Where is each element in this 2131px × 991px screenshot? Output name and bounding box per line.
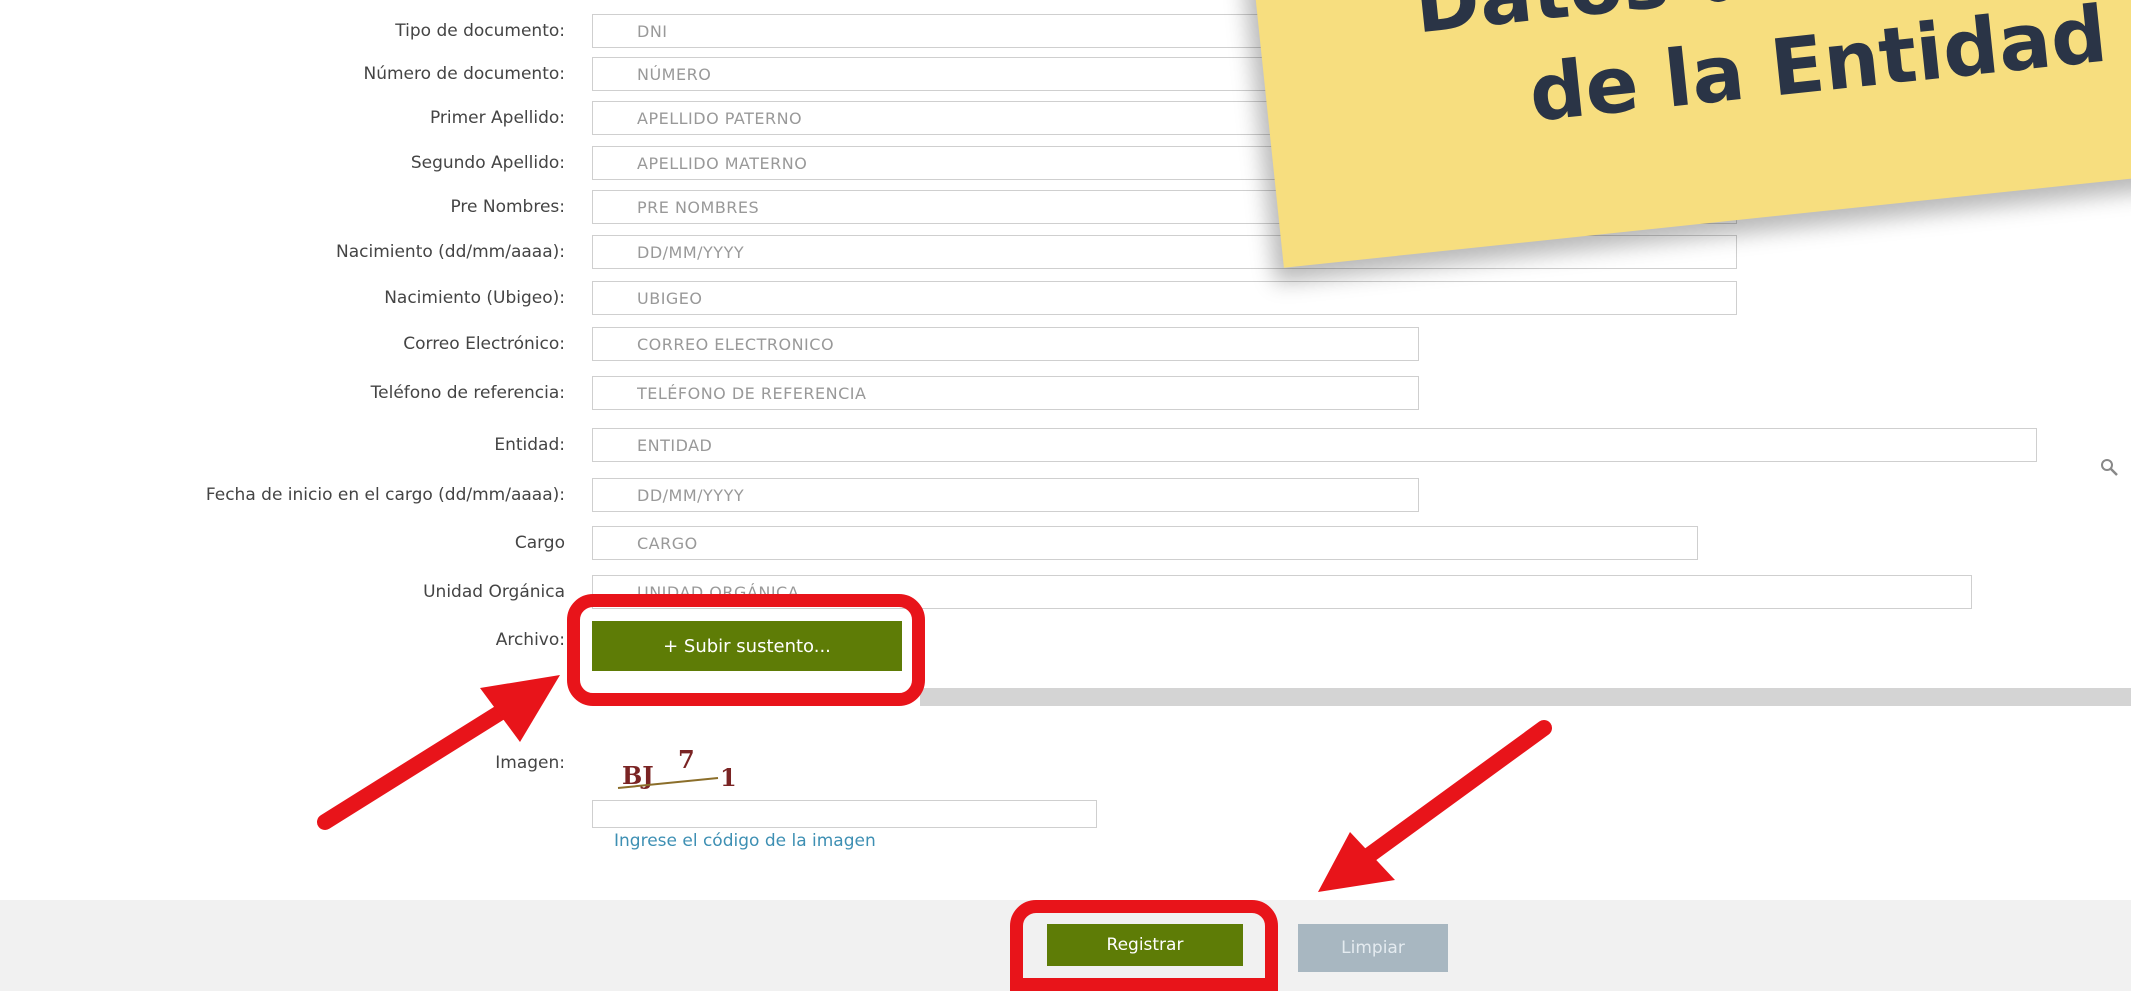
upload-sustento-button[interactable]: + Subir sustento... bbox=[592, 621, 902, 671]
field-nacimiento-ubigeo: Nacimiento (Ubigeo): bbox=[0, 281, 2131, 315]
captcha-image: BJ 7 1 bbox=[600, 745, 800, 792]
label-unidad-organica: Unidad Orgánica bbox=[423, 582, 565, 602]
svg-text:7: 7 bbox=[678, 748, 695, 774]
label-nacimiento-fecha: Nacimiento (dd/mm/aaaa): bbox=[335, 242, 565, 262]
field-fecha-inicio: Fecha de inicio en el cargo (dd/mm/aaaa)… bbox=[0, 478, 2131, 512]
label-correo: Correo Electrónico: bbox=[403, 334, 565, 354]
label-archivo: Archivo: bbox=[495, 630, 565, 650]
cargo-input[interactable] bbox=[592, 526, 1698, 560]
svg-text:1: 1 bbox=[720, 763, 737, 792]
field-archivo: Archivo: bbox=[0, 623, 2131, 657]
limpiar-button[interactable]: Limpiar bbox=[1298, 924, 1448, 972]
label-telefono: Teléfono de referencia: bbox=[370, 383, 565, 403]
label-cargo: Cargo bbox=[514, 533, 565, 553]
label-imagen: Imagen: bbox=[495, 753, 565, 773]
field-telefono: Teléfono de referencia: bbox=[0, 376, 2131, 410]
label-tipo-documento: Tipo de documento: bbox=[395, 21, 565, 41]
field-nacimiento-fecha: Nacimiento (dd/mm/aaaa): bbox=[0, 235, 2131, 269]
field-correo: Correo Electrónico: bbox=[0, 327, 2131, 361]
field-unidad-organica: Unidad Orgánica bbox=[0, 575, 2131, 609]
label-entidad: Entidad: bbox=[494, 435, 565, 455]
field-entidad: Entidad: bbox=[0, 428, 2131, 462]
label-pre-nombres: Pre Nombres: bbox=[450, 197, 565, 217]
captcha-input[interactable] bbox=[592, 800, 1097, 828]
label-primer-apellido: Primer Apellido: bbox=[429, 108, 565, 128]
entidad-input[interactable] bbox=[592, 428, 2037, 462]
label-numero-documento: Número de documento: bbox=[363, 64, 566, 84]
field-cargo: Cargo bbox=[0, 526, 2131, 560]
field-imagen: Imagen: bbox=[0, 746, 2131, 780]
label-nacimiento-ubigeo: Nacimiento (Ubigeo): bbox=[384, 288, 565, 308]
fecha-inicio-input[interactable] bbox=[592, 478, 1419, 512]
label-segundo-apellido: Segundo Apellido: bbox=[410, 153, 565, 173]
upload-progress-bar bbox=[920, 688, 2131, 706]
registrar-button[interactable]: Registrar bbox=[1047, 924, 1243, 966]
telefono-input[interactable] bbox=[592, 376, 1419, 410]
correo-input[interactable] bbox=[592, 327, 1419, 361]
label-fecha-inicio: Fecha de inicio en el cargo (dd/mm/aaaa)… bbox=[205, 485, 565, 505]
nacimiento-ubigeo-input[interactable] bbox=[592, 281, 1737, 315]
unidad-organica-input[interactable] bbox=[592, 575, 1972, 609]
captcha-hint: Ingrese el código de la imagen bbox=[614, 831, 876, 851]
nacimiento-fecha-input[interactable] bbox=[592, 235, 1737, 269]
search-icon[interactable] bbox=[2100, 458, 2120, 478]
